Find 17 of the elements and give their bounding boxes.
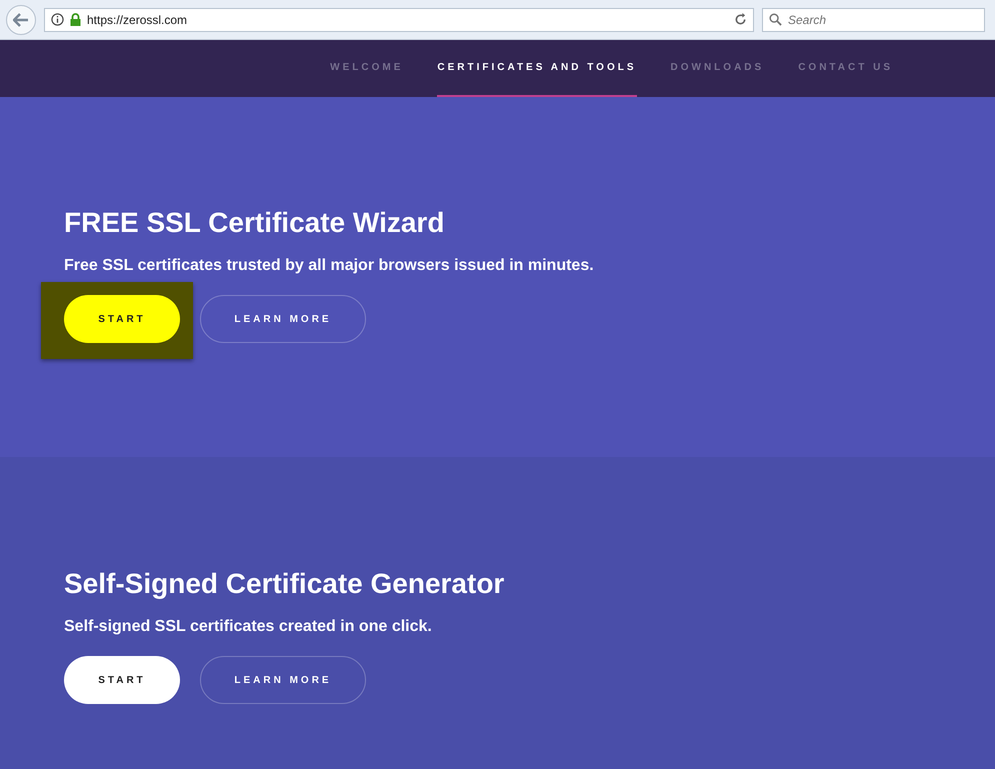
url-text: https://zerossl.com xyxy=(87,12,188,26)
back-button[interactable] xyxy=(6,4,36,34)
section-subtitle: Self-signed SSL certificates created in one click. xyxy=(64,618,433,636)
section-subtitle: Free SSL certificates trusted by all major browsers issued in minutes. xyxy=(64,257,595,275)
section-heading: Self-Signed Certificate Generator xyxy=(64,568,506,600)
search-field[interactable]: Search xyxy=(762,8,985,32)
address-field[interactable]: https://zerossl.com xyxy=(44,8,754,32)
section-heading: FREE SSL Certificate Wizard xyxy=(64,207,446,239)
reload-icon[interactable] xyxy=(734,13,747,26)
lock-icon xyxy=(70,13,81,26)
info-icon[interactable] xyxy=(51,13,64,26)
learn-more-button[interactable]: LEARN MORE xyxy=(200,295,366,343)
search-icon xyxy=(769,12,782,26)
start-button[interactable]: START xyxy=(64,295,180,343)
back-arrow-icon xyxy=(13,12,29,26)
start-button[interactable]: START xyxy=(64,656,180,704)
learn-more-button[interactable]: LEARN MORE xyxy=(200,656,366,704)
